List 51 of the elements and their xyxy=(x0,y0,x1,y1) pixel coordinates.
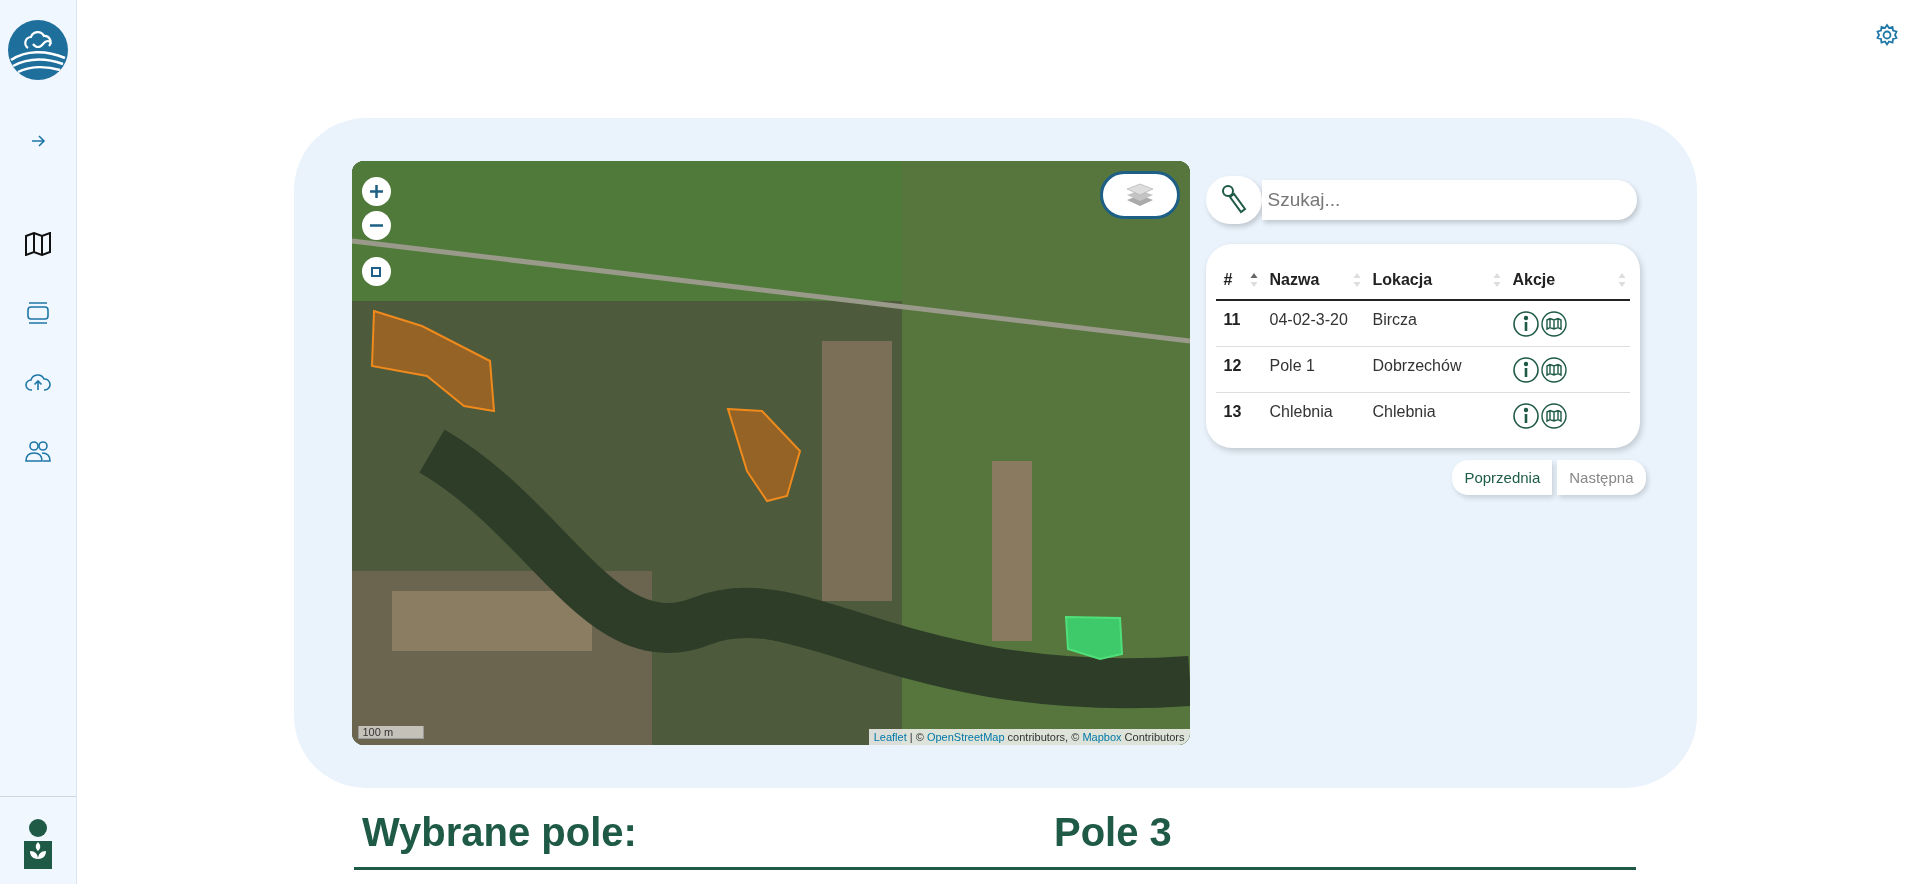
show-on-map-button[interactable] xyxy=(1540,403,1567,429)
table-cell: 12 xyxy=(1215,346,1262,393)
map-icon xyxy=(1540,357,1567,383)
pagination-button[interactable]: Poprzednia xyxy=(1452,460,1553,495)
minus-icon xyxy=(369,224,383,227)
table-cell: 11 xyxy=(1215,300,1262,347)
info-icon xyxy=(1512,311,1539,337)
layers-icon xyxy=(1125,183,1154,207)
column-header[interactable]: Nazwa xyxy=(1261,259,1365,300)
field-polygon[interactable] xyxy=(1064,616,1123,661)
search-icon xyxy=(1220,184,1247,216)
column-header[interactable]: # xyxy=(1215,259,1262,300)
table-cell: Dobrzechów xyxy=(1364,346,1505,393)
satellite-map-drawing[interactable] xyxy=(351,161,1190,745)
selected-field-label: Wybrane pole: xyxy=(362,810,638,855)
selected-field-value: Pole 3 xyxy=(1054,810,1172,855)
mapbox-link[interactable]: Mapbox xyxy=(1082,731,1122,743)
map-attribution: Leaflet | © OpenStreetMap contributors, © Mapbox Contributors xyxy=(868,729,1190,745)
table-cell: Pole 1 xyxy=(1261,346,1365,393)
info-icon xyxy=(1512,403,1539,429)
settings-icon[interactable] xyxy=(1875,23,1899,47)
table-cell: 13 xyxy=(1215,392,1262,438)
table-cell: Chlebnia xyxy=(1364,392,1505,438)
openstreetmap-link[interactable]: OpenStreetMap xyxy=(926,731,1005,743)
field-polygon[interactable] xyxy=(726,407,801,503)
map-icon xyxy=(1540,403,1567,429)
table-cell: Chlebnia xyxy=(1261,392,1365,438)
info-button[interactable] xyxy=(1512,403,1539,429)
map-icon[interactable] xyxy=(25,231,51,256)
square-icon xyxy=(371,266,381,277)
users-icon[interactable] xyxy=(25,439,51,462)
show-on-map-button[interactable] xyxy=(1540,357,1567,383)
show-on-map-button[interactable] xyxy=(1540,311,1567,337)
table-cell: Bircza xyxy=(1364,300,1505,347)
table-cell: 04-02-3-20 xyxy=(1261,300,1365,347)
info-button[interactable] xyxy=(1512,357,1539,383)
info-icon xyxy=(1512,357,1539,383)
logo-icon xyxy=(8,20,68,80)
arrow-right-icon[interactable] xyxy=(30,133,46,148)
list-icon[interactable] xyxy=(26,301,50,324)
plus-icon xyxy=(369,185,383,198)
info-button[interactable] xyxy=(1512,311,1539,337)
map-scale: 100 m xyxy=(357,726,424,739)
cloud-upload-icon[interactable] xyxy=(25,371,51,392)
map-icon xyxy=(1540,311,1567,337)
field-polygon[interactable] xyxy=(370,309,495,413)
user-avatar-icon[interactable] xyxy=(23,819,53,869)
column-header[interactable]: Akcje xyxy=(1504,259,1630,300)
column-header[interactable]: Lokacja xyxy=(1364,259,1505,300)
search-field[interactable]: Szukaj... xyxy=(1261,180,1637,220)
leaflet-link[interactable]: Leaflet xyxy=(873,731,907,743)
